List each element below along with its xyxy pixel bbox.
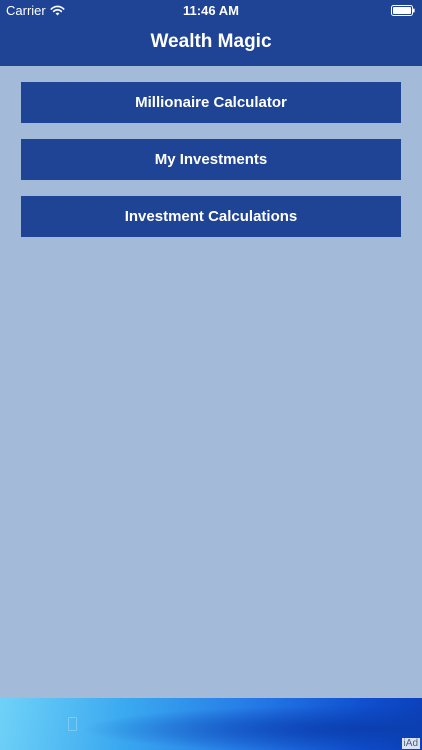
my-investments-button[interactable]: My Investments	[21, 139, 401, 180]
page-title: Wealth Magic	[150, 31, 272, 52]
ad-placeholder-icon	[68, 717, 77, 731]
status-time: 11:46 AM	[183, 3, 239, 18]
iad-label: iAd	[401, 738, 420, 749]
battery-full-icon	[391, 5, 415, 16]
investment-calculations-button[interactable]: Investment Calculations	[21, 196, 401, 237]
millionaire-calculator-button[interactable]: Millionaire Calculator	[21, 82, 401, 123]
status-bar: Carrier 11:46 AM	[0, 0, 422, 22]
iad-banner[interactable]: iAd	[0, 698, 422, 750]
navigation-bar: Carrier 11:46 AM Wealth Magic	[0, 0, 422, 66]
